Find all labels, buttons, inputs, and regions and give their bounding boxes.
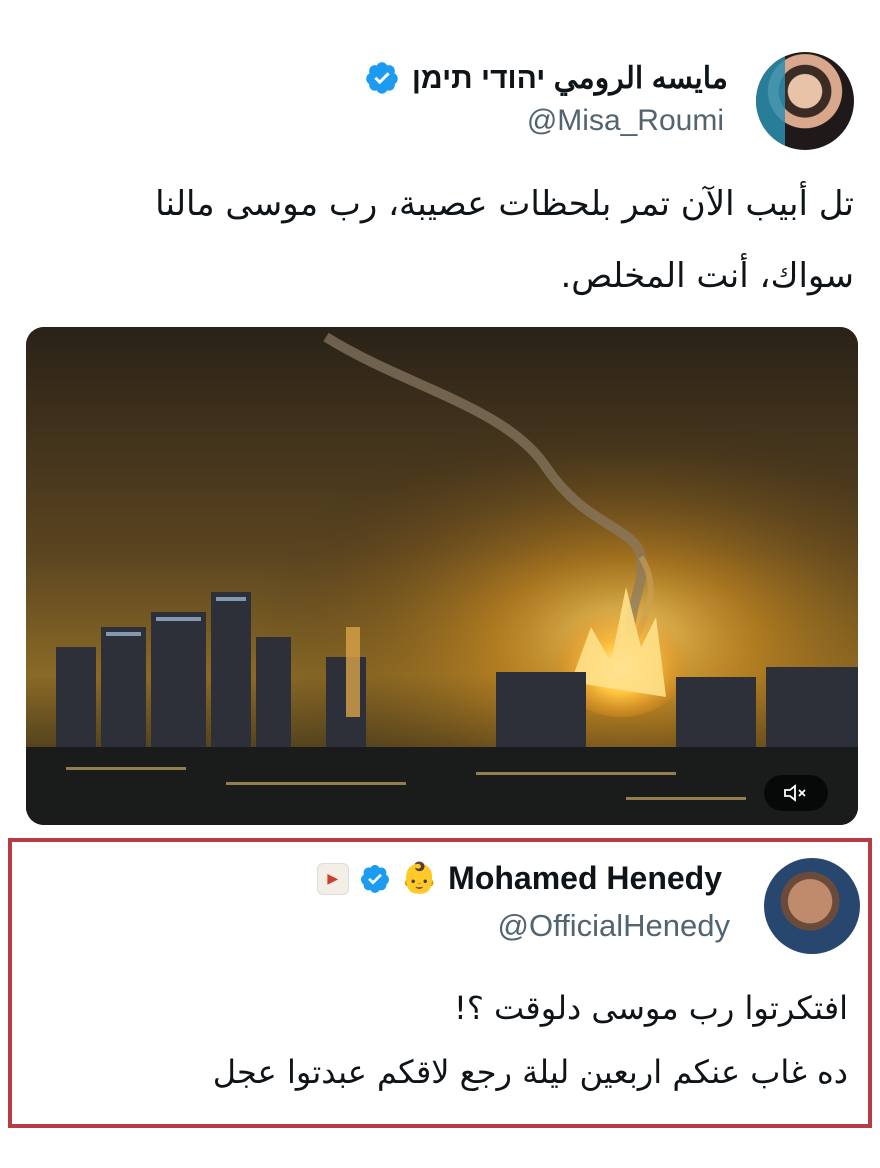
tweet-text: تل أبيب الآن تمر بلحظات عصيبة، رب موسى م…: [24, 168, 854, 312]
video-player[interactable]: [26, 327, 858, 825]
verified-badge-icon: [366, 62, 398, 94]
speaker-muted-icon: [784, 784, 806, 802]
avatar-misa-roumi[interactable]: [756, 52, 854, 150]
mute-toggle-button[interactable]: [764, 775, 828, 811]
baby-emoji-icon: 👶: [400, 861, 439, 895]
tweet-text-line: افتكرتوا رب موسى دلوقت ؟!: [454, 989, 848, 1027]
tweet-reply-highlighted: ▶ 👶 Mohamed Henedy @OfficialHenedy افتكر…: [8, 838, 872, 1128]
tweet-text-line: ده غاب عنكم اربعين ليلة رجع لاقكم عبدتوا…: [212, 1053, 848, 1091]
author-row: ▶ 👶 Mohamed Henedy: [316, 860, 722, 897]
affiliate-badge-icon[interactable]: ▶: [316, 862, 349, 895]
author-row: مايسه الرومي יהודי תימן: [364, 60, 728, 96]
author-handle[interactable]: @OfficialHenedy: [498, 908, 731, 944]
tweet-text-line: سواك، أنت المخلص.: [560, 256, 854, 296]
verified-badge-icon: [360, 864, 389, 893]
video-frame: [26, 327, 858, 825]
author-display-name[interactable]: مايسه الرومي יהודי תימן: [412, 61, 728, 96]
tweet-original: مايسه الرومي יהודי תימן @Misa_Roumi تل أ…: [0, 0, 880, 830]
tweet-text-line: تل أبيب الآن تمر بلحظات عصيبة، رب موسى م…: [155, 184, 854, 224]
author-handle[interactable]: @Misa_Roumi: [527, 104, 724, 138]
tweet-text: افتكرتوا رب موسى دلوقت ؟! ده غاب عنكم ار…: [28, 976, 848, 1104]
avatar-official-henedy[interactable]: [764, 858, 860, 954]
author-display-name[interactable]: Mohamed Henedy: [448, 860, 722, 897]
